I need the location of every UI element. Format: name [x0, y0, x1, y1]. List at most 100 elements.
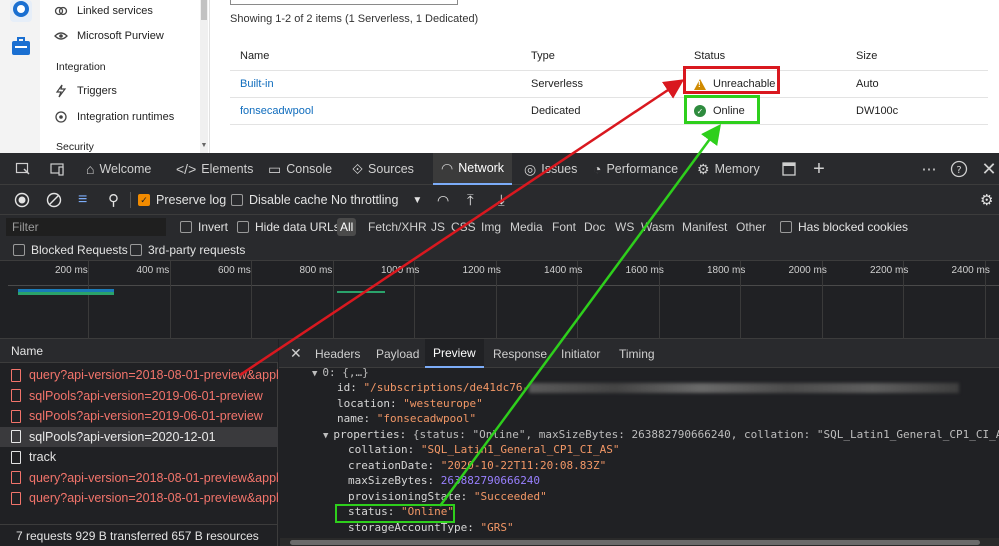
annotation-box-green	[684, 95, 760, 124]
search-box-edge[interactable]	[230, 0, 458, 5]
tab-performance[interactable]: ◔ Performance	[593, 153, 678, 185]
request-row[interactable]: query?api-version=2018-08-01-preview&app…	[0, 468, 278, 489]
close-devtools-icon[interactable]: ✕	[978, 153, 999, 185]
tab-network[interactable]: ◠ Network	[433, 153, 513, 185]
network-conditions-icon[interactable]: ◠	[437, 185, 449, 215]
json-properties[interactable]: ▼ properties: {status: "Online", maxSizeB…	[323, 428, 999, 441]
scroll-down-icon[interactable]: ▼	[200, 142, 208, 149]
throttling-select[interactable]: No throttling ▼	[331, 185, 422, 215]
table-header-row: Name Type Status Size	[230, 42, 988, 71]
scrollbar-thumb[interactable]	[201, 0, 207, 20]
filter-type-wasm[interactable]: Wasm	[638, 218, 678, 236]
subnav-scrollbar[interactable]: ▼	[200, 0, 208, 153]
horizontal-scrollbar[interactable]	[280, 538, 999, 546]
pool-name-link[interactable]: Built-in	[240, 78, 274, 90]
linked-services-icon	[54, 4, 68, 18]
table-row[interactable]: Built-in Serverless Unreachable Auto	[230, 71, 988, 98]
filter-type-font[interactable]: Font	[549, 218, 579, 236]
filter-type-all[interactable]: All	[337, 218, 357, 236]
network-settings-gear-icon[interactable]: ⚙	[980, 185, 993, 215]
pool-name-link[interactable]: fonsecadwpool	[240, 105, 313, 117]
request-name: sqlPools?api-version=2019-06-01-preview	[29, 388, 263, 403]
filter-type-js[interactable]: JS	[428, 218, 448, 236]
tab-sources[interactable]: ⟐ Sources	[352, 153, 414, 185]
tab-headers[interactable]: Headers	[307, 339, 368, 368]
request-name: sqlPools?api-version=2019-06-01-preview	[29, 409, 263, 424]
import-har-icon[interactable]: ⤒	[467, 185, 474, 215]
tab-welcome[interactable]: ⌂ Welcome	[86, 153, 151, 185]
clear-button[interactable]	[46, 185, 62, 215]
dock-panel-icon[interactable]	[778, 153, 800, 185]
filter-type-media[interactable]: Media	[507, 218, 546, 236]
filter-input[interactable]	[6, 218, 166, 236]
request-row[interactable]: query?api-version=2018-08-01-preview&app…	[0, 488, 278, 509]
request-row[interactable]: sqlPools?api-version=2019-06-01-preview	[0, 386, 278, 407]
column-header-name[interactable]: Name	[240, 50, 269, 62]
more-options-icon[interactable]: ⋯	[918, 153, 940, 185]
disable-cache-checkbox[interactable]: Disable cache	[231, 185, 328, 215]
filter-type-manifest[interactable]: Manifest	[679, 218, 730, 236]
tab-preview[interactable]: Preview	[425, 339, 484, 368]
filter-funnel-icon[interactable]: ≡	[78, 185, 87, 215]
inspect-element-icon[interactable]	[10, 153, 36, 185]
checkbox-unchecked[interactable]	[780, 221, 792, 233]
table-row[interactable]: fonsecadwpool Dedicated ✓ Online DW100c	[230, 98, 988, 125]
checkbox-unchecked[interactable]	[130, 244, 142, 256]
nav-triggers[interactable]: Triggers	[54, 81, 117, 101]
timeline-tick-label: 1400 ms	[544, 265, 583, 276]
tab-initiator[interactable]: Initiator	[553, 339, 608, 368]
device-toolbar-icon[interactable]	[44, 153, 70, 185]
tab-elements[interactable]: </> Elements	[176, 153, 253, 185]
filter-type-img[interactable]: Img	[478, 218, 504, 236]
search-icon[interactable]: ⚲	[108, 185, 119, 215]
column-header-size[interactable]: Size	[856, 50, 877, 62]
checkbox-unchecked[interactable]	[231, 194, 243, 206]
hide-data-urls-checkbox[interactable]: Hide data URLs	[237, 212, 340, 242]
expand-triangle-icon: ▼	[312, 369, 318, 379]
column-header-type[interactable]: Type	[531, 50, 555, 62]
preserve-log-checkbox[interactable]: ✓ Preserve log	[138, 185, 226, 215]
checkbox-label: Invert	[198, 220, 229, 234]
export-har-icon[interactable]: ⤓	[498, 185, 505, 215]
request-row[interactable]: sqlPools?api-version=2019-06-01-preview	[0, 406, 278, 427]
scrollbar-thumb[interactable]	[290, 540, 980, 545]
has-blocked-cookies-checkbox[interactable]: Has blocked cookies	[780, 212, 908, 242]
checkbox-unchecked[interactable]	[237, 221, 249, 233]
json-root[interactable]: ▼ 0: {,…}	[312, 368, 369, 379]
tab-timing[interactable]: Timing	[611, 339, 663, 368]
tab-payload[interactable]: Payload	[368, 339, 427, 368]
filter-type-css[interactable]: CSS	[448, 218, 479, 236]
request-row[interactable]: query?api-version=2018-08-01-preview&app…	[0, 365, 278, 386]
timeline-gridline	[251, 261, 252, 339]
filter-type-doc[interactable]: Doc	[581, 218, 608, 236]
record-button[interactable]	[14, 185, 30, 215]
file-icon	[11, 491, 21, 505]
tab-issues[interactable]: ◎ Issues	[524, 153, 577, 185]
column-header-name[interactable]: Name	[0, 339, 278, 363]
network-timeline-overview[interactable]: 200 ms 400 ms 600 ms 800 ms 1000 ms 1200 ms 14…	[0, 261, 999, 339]
more-tabs-plus-icon[interactable]: +	[808, 153, 830, 185]
wifi-icon: ◠	[441, 159, 454, 176]
checkbox-unchecked[interactable]	[13, 244, 25, 256]
filter-type-other[interactable]: Other	[733, 218, 769, 236]
nav-microsoft-purview[interactable]: Microsoft Purview	[54, 26, 164, 46]
monitor-hub-icon[interactable]	[10, 0, 32, 22]
filter-type-fetch-xhr[interactable]: Fetch/XHR	[365, 218, 430, 236]
tab-memory[interactable]: ⚙ Memory	[697, 153, 760, 185]
close-detail-icon[interactable]: ✕	[282, 339, 310, 368]
nav-integration-runtimes[interactable]: Integration runtimes	[54, 107, 174, 127]
tab-response[interactable]: Response	[485, 339, 555, 368]
filter-type-ws[interactable]: WS	[612, 218, 637, 236]
sql-pools-panel: Showing 1-2 of 2 items (1 Serverless, 1 …	[210, 0, 999, 153]
checkbox-unchecked[interactable]	[180, 221, 192, 233]
throttling-value: No throttling	[331, 193, 399, 207]
manage-hub-icon[interactable]	[10, 36, 32, 58]
tab-console[interactable]: ▭ Console	[268, 153, 332, 185]
request-row-selected[interactable]: sqlPools?api-version=2020-12-01	[0, 426, 278, 447]
request-row[interactable]: track	[0, 447, 278, 468]
help-icon[interactable]: ?	[948, 153, 970, 185]
nav-linked-services[interactable]: Linked services	[54, 1, 153, 21]
checkbox-checked[interactable]: ✓	[138, 194, 150, 206]
column-header-status[interactable]: Status	[694, 50, 725, 62]
json-name: name: "fonsecadwpool"	[337, 412, 477, 425]
